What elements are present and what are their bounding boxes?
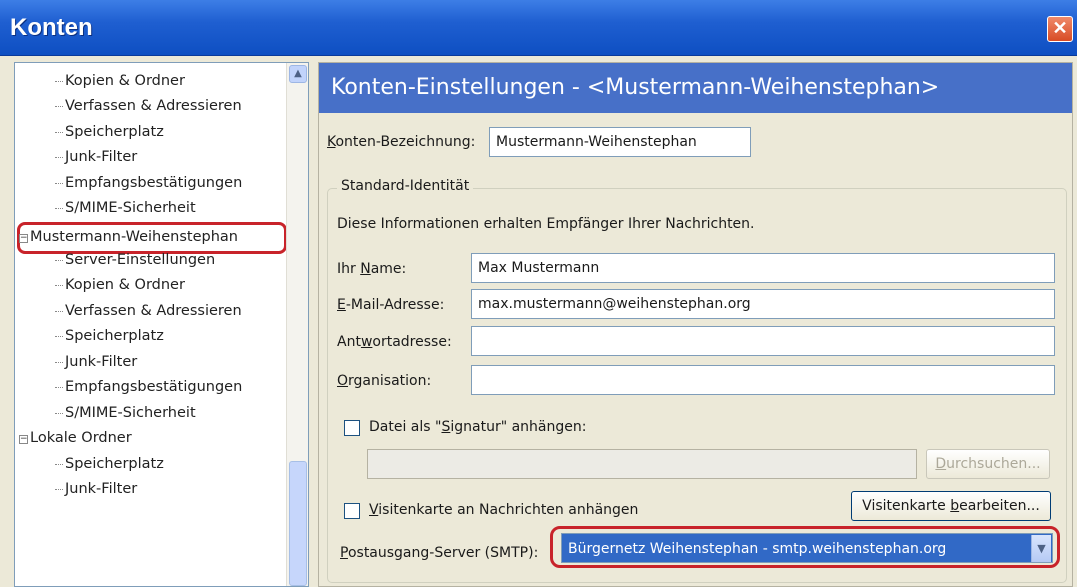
signature-checkbox[interactable]: [344, 420, 360, 436]
tree-item-empfangsbestaetigungen[interactable]: Empfangsbestätigungen: [54, 375, 242, 400]
tree-item-label: Mustermann-Weihenstephan: [30, 229, 238, 245]
reply-to-field[interactable]: [471, 326, 1055, 356]
tree-item-label: Lokale Ordner: [30, 430, 132, 446]
settings-panel: Konten-Einstellungen - <Mustermann-Weihe…: [318, 62, 1073, 587]
tree-item-verfassen-adressieren[interactable]: Verfassen & Adressieren: [55, 299, 242, 324]
tree-item-smime-sicherheit[interactable]: S/MIME-Sicherheit: [55, 196, 196, 221]
chevron-down-icon[interactable]: ▼: [1031, 535, 1051, 562]
organisation-label: Organisation:: [337, 373, 432, 389]
smtp-server-select[interactable]: Bürgernetz Weihenstephan - smtp.weihenst…: [561, 533, 1053, 563]
vcard-label[interactable]: Visitenkarte an Nachrichten anhängen: [369, 502, 638, 518]
tree-item-empfangsbestaetigungen[interactable]: Empfangsbestätigungen: [54, 171, 242, 196]
account-tree: Kopien & Ordner Verfassen & Adressieren …: [14, 62, 309, 587]
tree-item-junk-filter[interactable]: Junk-Filter: [54, 477, 137, 502]
reply-to-label: Antwortadresse:: [337, 334, 452, 350]
name-label: Ihr Name:: [337, 261, 407, 277]
identity-info-text: Diese Informationen erhalten Empfänger I…: [337, 216, 755, 232]
settings-header: Konten-Einstellungen - <Mustermann-Weihe…: [319, 63, 1072, 113]
identity-group-title: Standard-Identität: [337, 178, 474, 194]
tree-item-speicherplatz[interactable]: Speicherplatz: [55, 452, 164, 477]
window-title-bar: Konten ✕: [0, 0, 1077, 56]
account-name-label: Konten-Bezeichnung:: [327, 134, 476, 150]
window-title: Konten: [10, 14, 93, 41]
collapse-icon[interactable]: −: [19, 435, 28, 444]
tree-item-junk-filter[interactable]: Junk-Filter: [54, 350, 137, 375]
tree-item-junk-filter[interactable]: Junk-Filter: [54, 145, 137, 170]
tree-item-kopien-ordner[interactable]: Kopien & Ordner: [55, 69, 185, 94]
tree-item-verfassen-adressieren[interactable]: Verfassen & Adressieren: [55, 94, 242, 119]
tree-item-lokale-ordner[interactable]: − Lokale Ordner: [19, 426, 132, 451]
email-label: E-Mail-Adresse:: [337, 297, 445, 313]
tree-item-kopien-ordner[interactable]: Kopien & Ordner: [55, 273, 185, 298]
scroll-up-icon[interactable]: ▲: [289, 65, 307, 83]
tree-scrollbar[interactable]: ▲: [286, 63, 308, 586]
tree-item-account-mustermann[interactable]: − Mustermann-Weihenstephan: [19, 225, 238, 250]
signature-label[interactable]: Datei als "Signatur" anhängen:: [369, 419, 586, 435]
browse-button[interactable]: Durchsuchen...: [926, 449, 1050, 479]
organisation-field[interactable]: [471, 365, 1055, 395]
name-field[interactable]: Max Mustermann: [471, 253, 1055, 283]
close-icon[interactable]: ✕: [1047, 16, 1073, 42]
tree-item-speicherplatz[interactable]: Speicherplatz: [55, 120, 164, 145]
email-field[interactable]: max.mustermann@weihenstephan.org: [471, 289, 1055, 319]
tree-item-smime-sicherheit[interactable]: S/MIME-Sicherheit: [55, 401, 196, 426]
tree-item-server-einstellungen[interactable]: Server-Einstellungen: [54, 248, 215, 273]
tree-item-speicherplatz[interactable]: Speicherplatz: [55, 324, 164, 349]
account-name-field[interactable]: Mustermann-Weihenstephan: [489, 127, 751, 157]
scrollbar-thumb[interactable]: [289, 461, 307, 586]
edit-vcard-button[interactable]: Visitenkarte bearbeiten...: [851, 491, 1051, 521]
collapse-icon[interactable]: −: [19, 234, 28, 243]
vcard-checkbox[interactable]: [344, 503, 360, 519]
smtp-selected-value: Bürgernetz Weihenstephan - smtp.weihenst…: [568, 541, 947, 557]
signature-path-field[interactable]: [367, 449, 917, 479]
smtp-label: Postausgang-Server (SMTP):: [340, 545, 539, 561]
